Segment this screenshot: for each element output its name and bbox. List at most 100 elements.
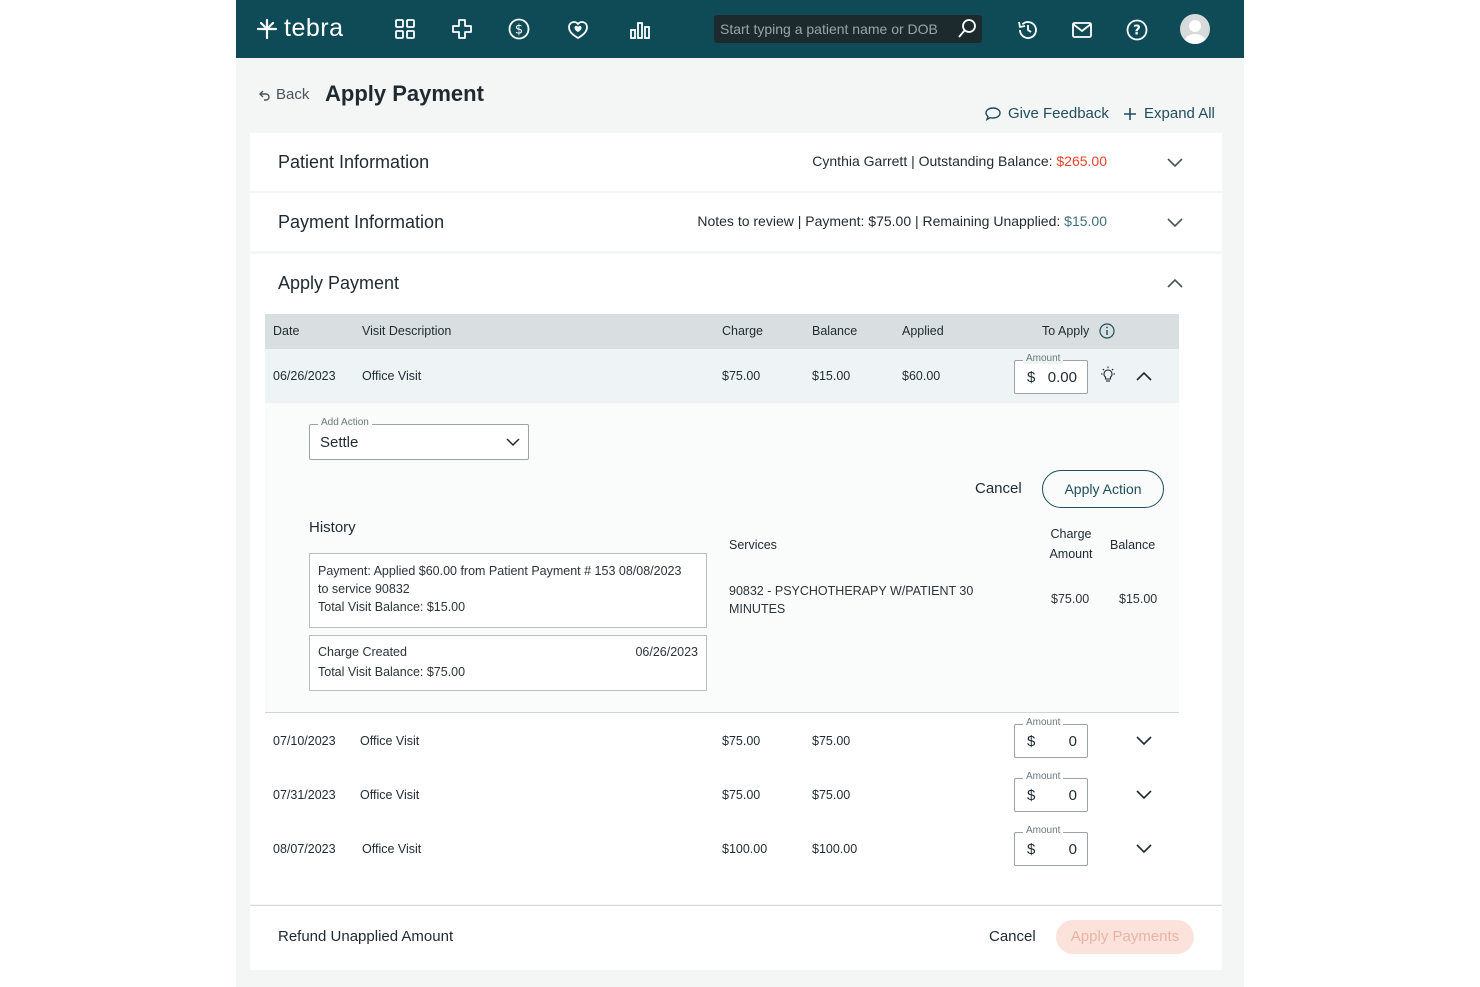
row-visit: Office Visit: [360, 788, 420, 802]
tebra-logo-icon: [256, 18, 278, 39]
row-visit: Office Visit: [362, 842, 422, 856]
section-title: Payment Information: [278, 212, 445, 232]
service-charge: $75.00: [1051, 592, 1090, 606]
add-action-value: Settle: [320, 434, 359, 451]
table-row[interactable]: 06/26/2023 Office Visit $75.00 $15.00 $6…: [265, 349, 1179, 403]
svg-text:$: $: [515, 23, 523, 38]
col-balance: Balance: [812, 324, 858, 338]
history-total: Total Visit Balance: $15.00: [318, 600, 466, 614]
apply-action-button[interactable]: Apply Action: [1042, 470, 1164, 508]
expand-all-button[interactable]: Expand All: [1124, 105, 1215, 122]
divider: [250, 905, 1222, 906]
chevron-down-icon[interactable]: [1167, 158, 1183, 168]
amount-input[interactable]: Amount $ 0: [1014, 771, 1088, 812]
history-clock-icon[interactable]: [1016, 18, 1040, 42]
row-charge: $75.00: [722, 734, 761, 748]
info-icon[interactable]: [1099, 323, 1115, 339]
feedback-bubble-icon: [985, 106, 1001, 121]
history-line: to service 90832: [318, 582, 410, 596]
chevron-down-icon[interactable]: [1167, 218, 1183, 228]
chevron-down-icon[interactable]: [1136, 736, 1152, 746]
amount-value: 0: [1068, 733, 1077, 750]
back-arrow-icon: [259, 90, 270, 101]
history-total: Total Visit Balance: $75.00: [318, 665, 466, 679]
col-visit-description: Visit Description: [362, 324, 452, 338]
row-date: 06/26/2023: [273, 369, 336, 383]
section-title: Patient Information: [278, 152, 430, 172]
messages-mail-icon[interactable]: [1070, 18, 1094, 42]
amount-value: 0: [1068, 787, 1077, 804]
row-balance: $75.00: [812, 788, 851, 802]
amount-label: Amount: [1023, 717, 1064, 728]
patient-information-section[interactable]: Patient Information Cynthia Garrett | Ou…: [250, 133, 1222, 191]
back-label: Back: [276, 86, 310, 103]
history-entry: Payment: Applied $60.00 from Patient Pay…: [309, 553, 707, 628]
payment-summary: Notes to review | Payment: $75.00 | Rema…: [697, 213, 1107, 229]
billing-dollar-icon[interactable]: $: [507, 17, 531, 41]
amount-input[interactable]: Amount $ 0: [1014, 717, 1088, 758]
table-row[interactable]: 08/07/2023 Office Visit $100.00 $100.00 …: [265, 821, 1179, 875]
amount-label: Amount: [1023, 825, 1064, 836]
give-feedback-link[interactable]: Give Feedback: [984, 105, 1109, 122]
refund-unapplied-link[interactable]: Refund Unapplied Amount: [278, 928, 453, 945]
cancel-action-button[interactable]: Cancel: [975, 480, 1022, 497]
amount-value: 0.00: [1047, 369, 1077, 386]
engagement-heart-icon[interactable]: [566, 17, 590, 41]
lightbulb-icon[interactable]: [1099, 366, 1117, 384]
currency-symbol: $: [1027, 733, 1036, 750]
chevron-up-icon[interactable]: [1136, 371, 1152, 381]
chevron-down-icon: [506, 438, 520, 447]
service-balance: $15.00: [1119, 592, 1158, 606]
outstanding-balance: $265.00: [1056, 153, 1107, 169]
amount-value: 0: [1068, 841, 1077, 858]
feedback-label: Give Feedback: [1008, 105, 1109, 122]
app-frame: tebra $ Start typing a patient name or D…: [236, 0, 1244, 987]
history-entry: Charge Created 06/26/2023 Total Visit Ba…: [309, 635, 707, 691]
help-question-icon[interactable]: ?: [1125, 18, 1149, 42]
row-charge: $100.00: [722, 842, 768, 856]
currency-symbol: $: [1027, 369, 1036, 386]
amount-label: Amount: [1023, 353, 1064, 364]
history-line: Payment: Applied $60.00 from Patient Pay…: [318, 564, 682, 578]
row-applied: $60.00: [902, 369, 941, 383]
svg-text:?: ?: [1133, 24, 1141, 39]
amount-input[interactable]: Amount $ 0.00: [1014, 353, 1088, 394]
row-date: 08/07/2023: [273, 842, 336, 856]
add-action-select[interactable]: Add Action Settle: [309, 417, 529, 460]
chevron-down-icon[interactable]: [1136, 790, 1152, 800]
col-to-apply: To Apply: [1042, 324, 1090, 338]
patient-search-input[interactable]: Start typing a patient name or DOB: [714, 15, 982, 43]
section-title: Apply Payment: [278, 273, 400, 293]
expand-all-label: Expand All: [1144, 105, 1215, 122]
apply-payments-button[interactable]: Apply Payments: [1056, 920, 1194, 954]
back-link[interactable]: Back: [258, 86, 309, 103]
row-date: 07/10/2023: [273, 734, 336, 748]
row-details-panel: Add Action Settle Cancel Apply Action Hi…: [265, 403, 1179, 712]
cancel-button[interactable]: Cancel: [989, 928, 1036, 945]
amount-input[interactable]: Amount $ 0: [1014, 825, 1088, 866]
row-charge: $75.00: [722, 788, 761, 802]
dashboard-grid-icon[interactable]: [393, 17, 417, 41]
services-header: Services: [729, 538, 777, 552]
plus-icon: [1124, 107, 1136, 120]
row-balance: $15.00: [812, 369, 851, 383]
clinical-cross-icon[interactable]: [450, 17, 474, 41]
page-title: Apply Payment: [325, 81, 484, 106]
patient-summary: Cynthia Garrett | Outstanding Balance: $…: [812, 153, 1107, 169]
reports-bar-chart-icon[interactable]: [628, 17, 652, 41]
search-icon[interactable]: [956, 18, 978, 40]
row-charge: $75.00: [722, 369, 761, 383]
top-nav-bar: tebra $ Start typing a patient name or D…: [236, 0, 1244, 58]
charge-amount-header: Charge Amount: [1041, 527, 1101, 561]
payment-information-section[interactable]: Payment Information Notes to review | Pa…: [250, 193, 1222, 251]
table-row[interactable]: 07/31/2023 Office Visit $75.00 $75.00 Am…: [265, 767, 1179, 821]
service-description-cont: MINUTES: [729, 602, 786, 616]
table-header: Date Visit Description Charge Balance Ap…: [265, 314, 1179, 349]
row-visit: Office Visit: [360, 734, 420, 748]
tebra-logo[interactable]: tebra: [256, 14, 343, 43]
user-avatar[interactable]: [1180, 14, 1210, 44]
history-line: Charge Created: [318, 645, 407, 659]
chevron-up-icon[interactable]: [1167, 278, 1183, 288]
chevron-down-icon[interactable]: [1136, 844, 1152, 854]
table-row[interactable]: 07/10/2023 Office Visit $75.00 $75.00 Am…: [265, 713, 1179, 767]
